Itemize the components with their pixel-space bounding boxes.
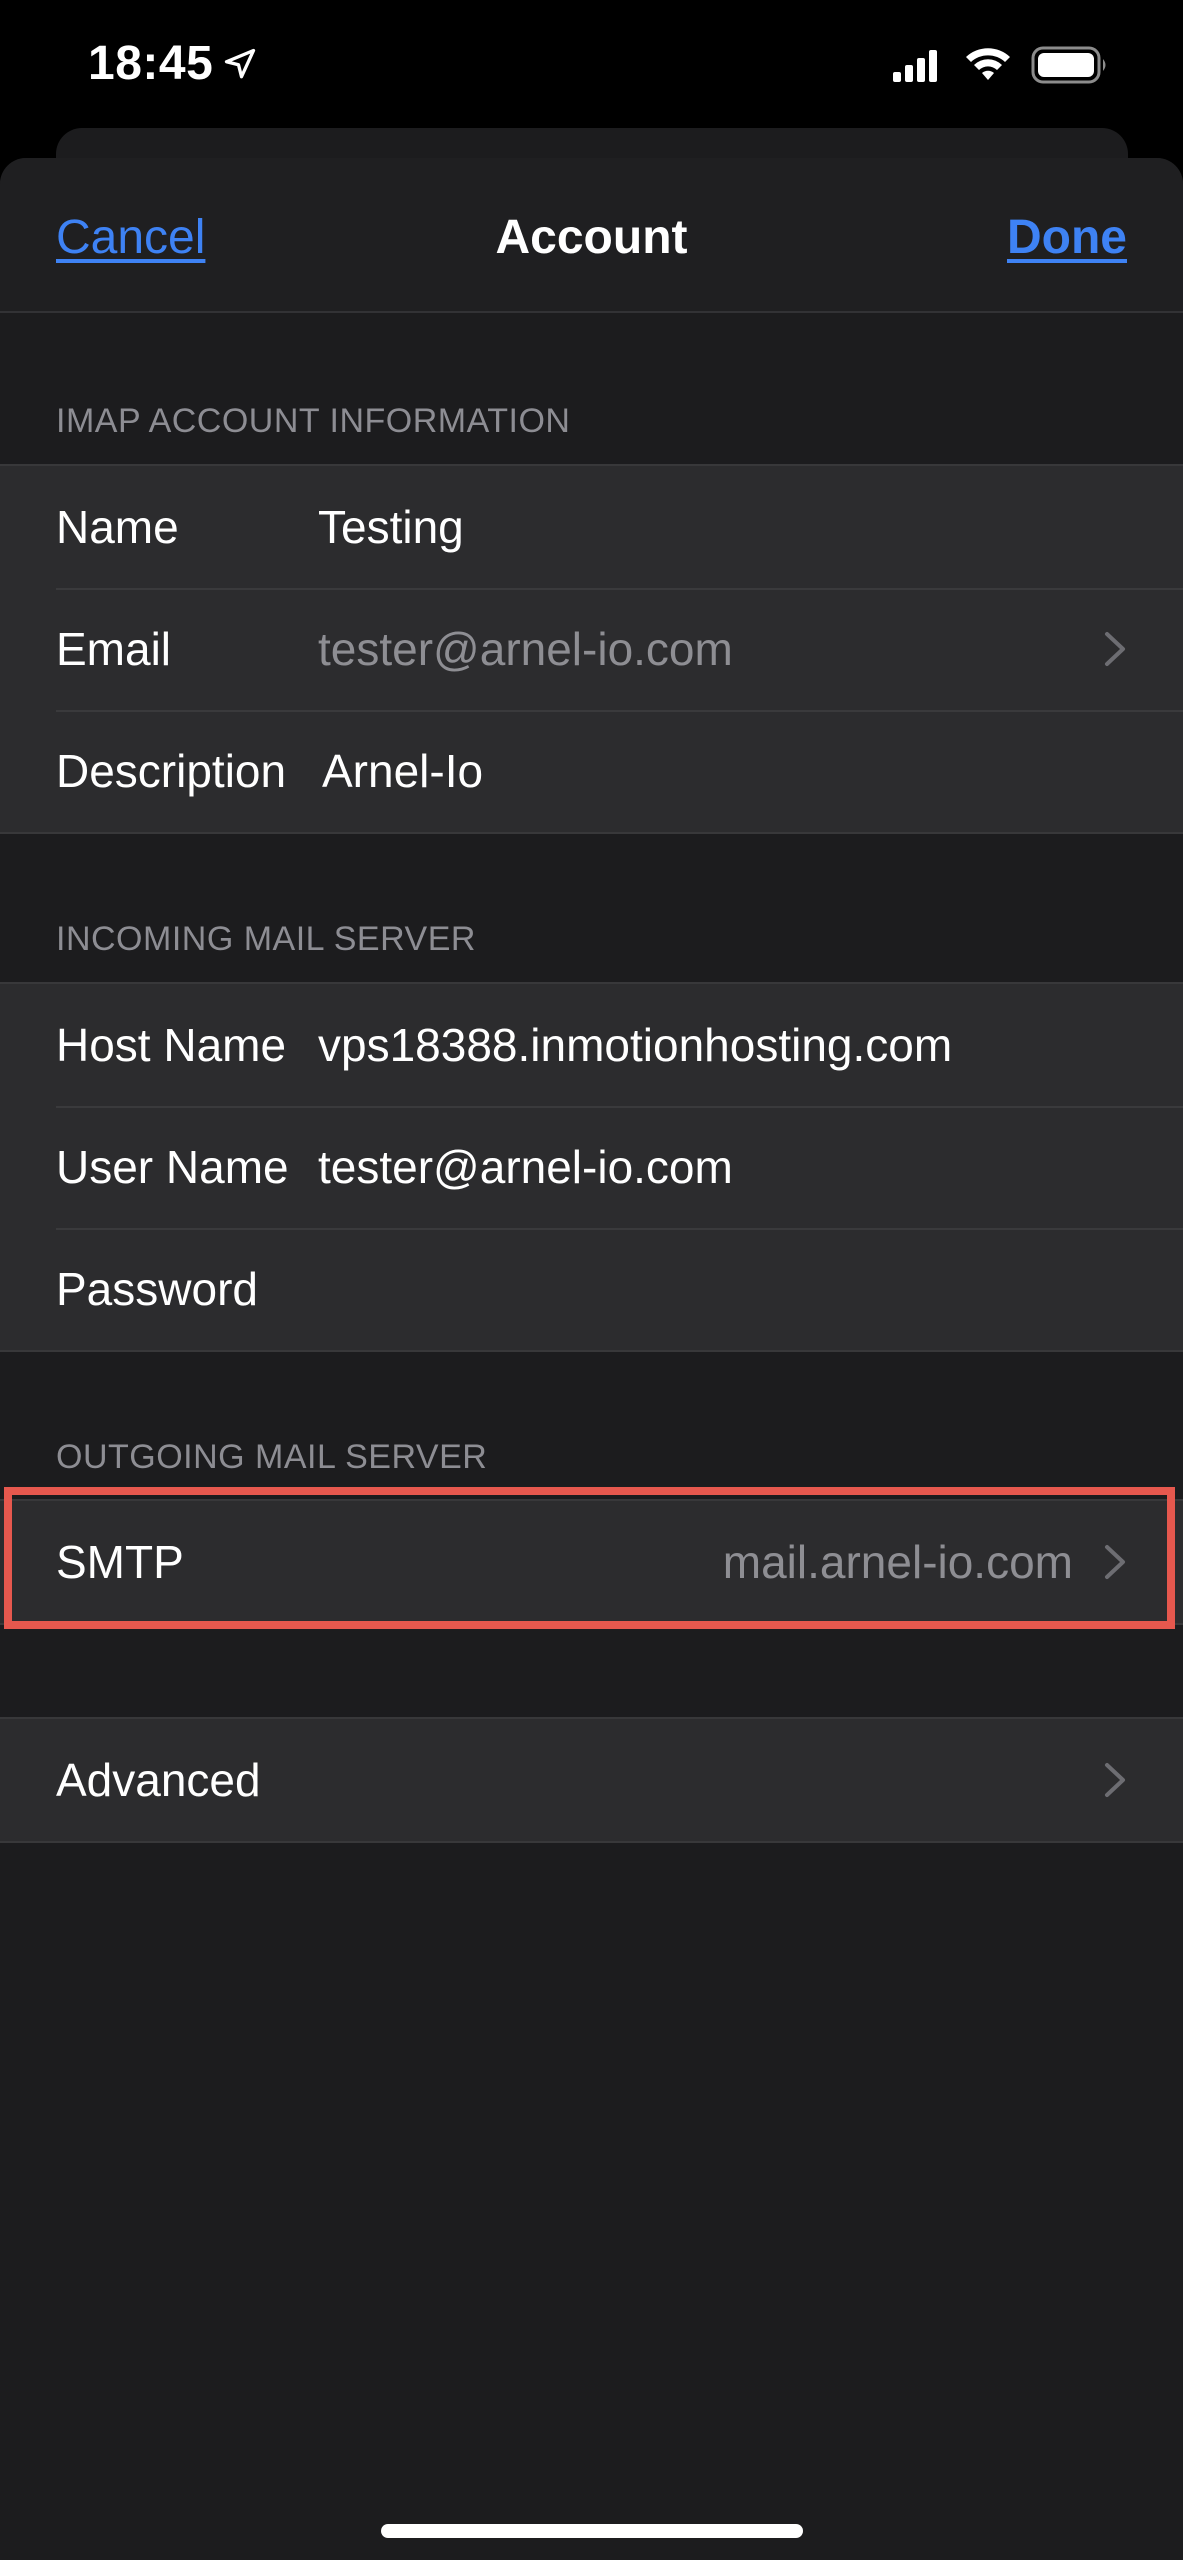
imap-account-group: Name Testing Email tester@arnel-io.com D… <box>0 464 1183 834</box>
smtp-row[interactable]: SMTP mail.arnel-io.com <box>0 1501 1183 1623</box>
advanced-group: Advanced <box>0 1717 1183 1843</box>
location-arrow-icon <box>224 48 256 79</box>
name-field[interactable]: Testing <box>318 500 464 554</box>
cellular-signal-icon <box>893 50 937 82</box>
advanced-row[interactable]: Advanced <box>0 1719 1183 1841</box>
navigation-bar: Cancel Account Done <box>0 158 1183 313</box>
imap-section-header: IMAP ACCOUNT INFORMATION <box>56 402 571 440</box>
host-name-label: Host Name <box>56 1019 287 1071</box>
host-name-row[interactable]: Host Name vps18388.inmotionhosting.com <box>0 984 1183 1106</box>
battery-icon <box>1031 46 1106 84</box>
incoming-section-header: INCOMING MAIL SERVER <box>56 920 476 958</box>
account-sheet: Cancel Account Done IMAP ACCOUNT INFORMA… <box>0 158 1183 2560</box>
email-label: Email <box>56 623 172 675</box>
user-name-label: User Name <box>56 1141 289 1193</box>
email-row[interactable]: Email tester@arnel-io.com <box>0 588 1183 710</box>
description-field[interactable]: Arnel-Io <box>322 744 483 798</box>
user-name-field[interactable]: tester@arnel-io.com <box>318 1140 733 1194</box>
home-indicator[interactable] <box>381 2524 803 2538</box>
status-time: 18:45 <box>88 37 214 90</box>
password-label: Password <box>56 1263 258 1315</box>
description-row[interactable]: Description Arnel-Io <box>0 710 1183 832</box>
chevron-right-icon <box>1105 632 1125 666</box>
name-row[interactable]: Name Testing <box>0 466 1183 588</box>
user-name-row[interactable]: User Name tester@arnel-io.com <box>0 1106 1183 1228</box>
smtp-label: SMTP <box>56 1536 184 1588</box>
done-button[interactable]: Done <box>1007 210 1127 265</box>
wifi-icon <box>966 48 1010 80</box>
status-bar: 18:45 <box>0 0 1183 130</box>
outgoing-server-group: SMTP mail.arnel-io.com <box>0 1499 1183 1625</box>
chevron-right-icon <box>1105 1763 1125 1797</box>
password-row[interactable]: Password <box>0 1228 1183 1350</box>
description-label: Description <box>56 745 287 797</box>
outgoing-section-header: OUTGOING MAIL SERVER <box>56 1438 488 1476</box>
page-title: Account <box>495 211 688 264</box>
host-name-field[interactable]: vps18388.inmotionhosting.com <box>318 1018 952 1072</box>
incoming-server-group: Host Name vps18388.inmotionhosting.com U… <box>0 982 1183 1352</box>
chevron-right-icon <box>1105 1545 1125 1579</box>
name-label: Name <box>56 501 179 553</box>
smtp-value: mail.arnel-io.com <box>722 1536 1073 1588</box>
email-value: tester@arnel-io.com <box>318 623 733 675</box>
advanced-label: Advanced <box>56 1754 261 1806</box>
